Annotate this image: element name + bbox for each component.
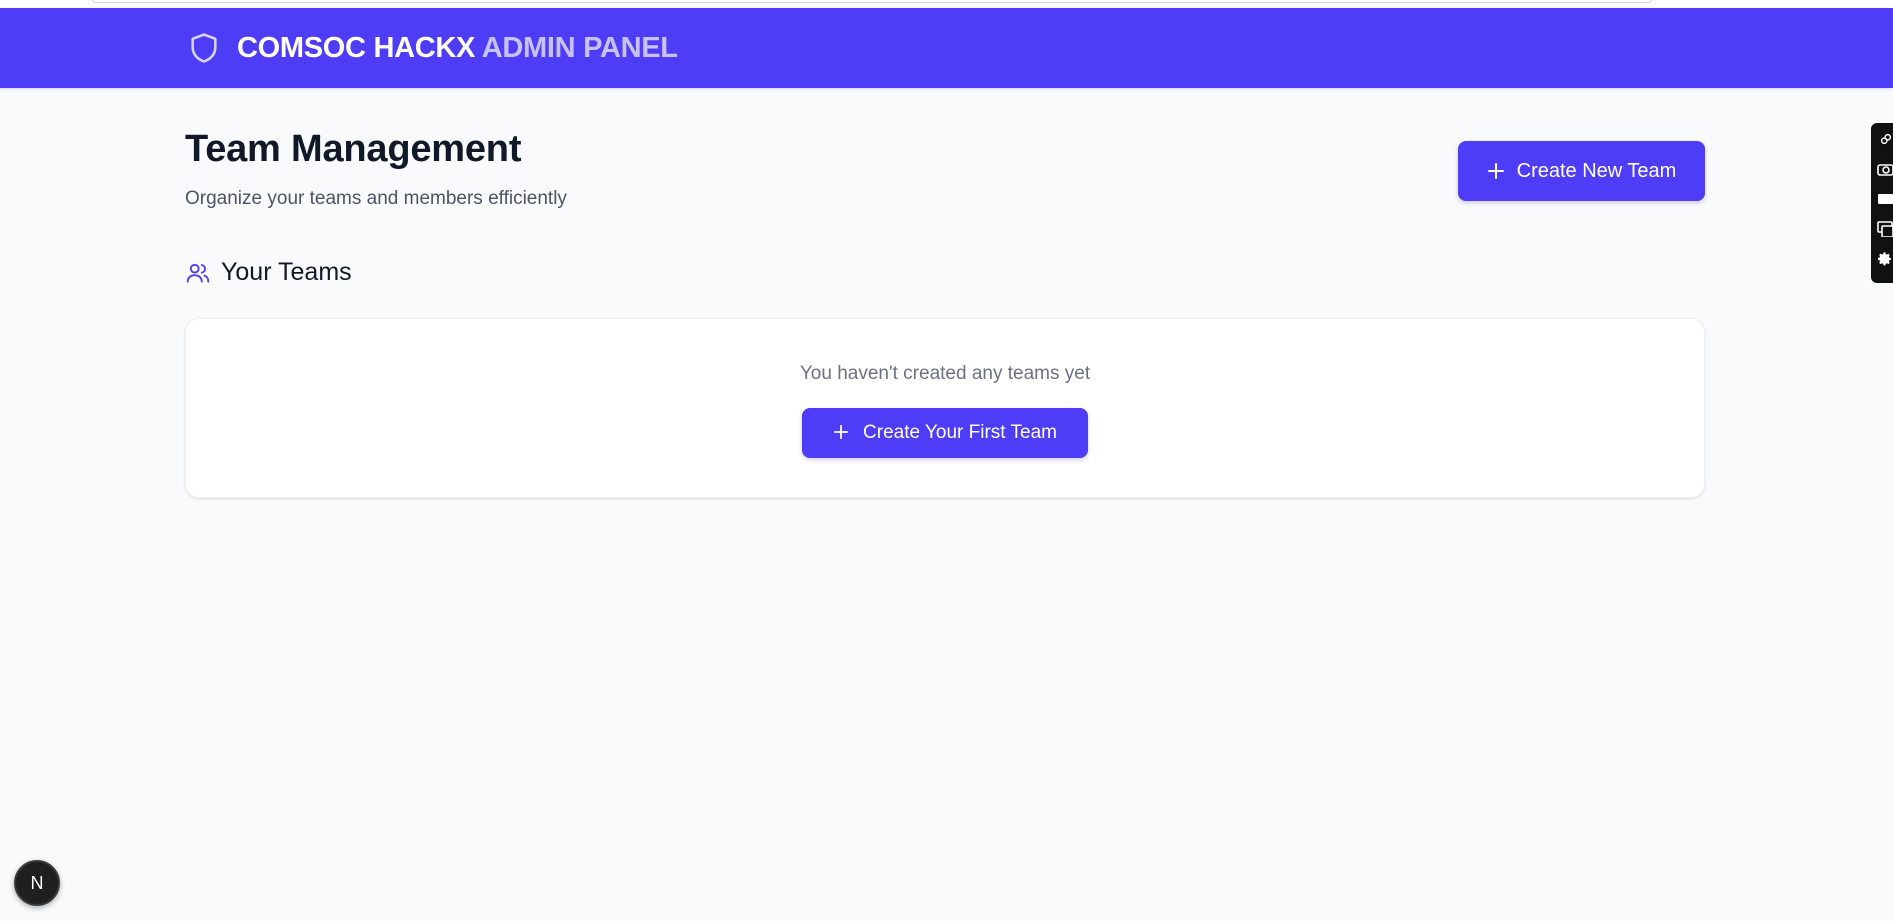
- brand-title: COMSOC HACKX ADMIN PANEL: [237, 32, 678, 65]
- page-subtitle: Organize your teams and members efficien…: [185, 188, 567, 209]
- camera-icon[interactable]: [1877, 159, 1893, 179]
- section-heading-your-teams: Your Teams: [185, 258, 352, 287]
- create-first-team-label: Create Your First Team: [863, 422, 1057, 443]
- nextjs-dev-badge[interactable]: N: [14, 860, 60, 906]
- floating-side-toolbar: [1871, 123, 1893, 283]
- empty-state-message: You haven't created any teams yet: [799, 363, 1091, 384]
- create-new-team-button[interactable]: Create New Team: [1458, 141, 1705, 201]
- section-title: Your Teams: [221, 258, 352, 286]
- video-icon[interactable]: [1877, 189, 1893, 209]
- plus-icon: [1487, 162, 1505, 180]
- gear-icon[interactable]: [1877, 249, 1893, 269]
- create-first-team-button[interactable]: Create Your First Team: [802, 408, 1088, 458]
- page-title: Team Management: [185, 128, 522, 170]
- shield-icon: [187, 28, 223, 68]
- browser-top-strip: [0, 0, 1893, 8]
- brand[interactable]: COMSOC HACKX ADMIN PANEL: [187, 28, 678, 68]
- brand-primary: COMSOC HACKX: [237, 31, 476, 64]
- browser-address-edge: [92, 0, 1652, 3]
- users-icon: [185, 260, 211, 286]
- create-new-team-label: Create New Team: [1516, 159, 1677, 182]
- copy-icon[interactable]: [1877, 219, 1893, 239]
- brand-secondary: ADMIN PANEL: [481, 31, 678, 64]
- top-navbar: COMSOC HACKX ADMIN PANEL: [0, 8, 1893, 88]
- link-icon[interactable]: [1877, 129, 1893, 149]
- nextjs-logo-icon: N: [31, 873, 44, 893]
- plus-icon: [833, 424, 851, 442]
- nextjs-logo-letter: N: [31, 873, 44, 893]
